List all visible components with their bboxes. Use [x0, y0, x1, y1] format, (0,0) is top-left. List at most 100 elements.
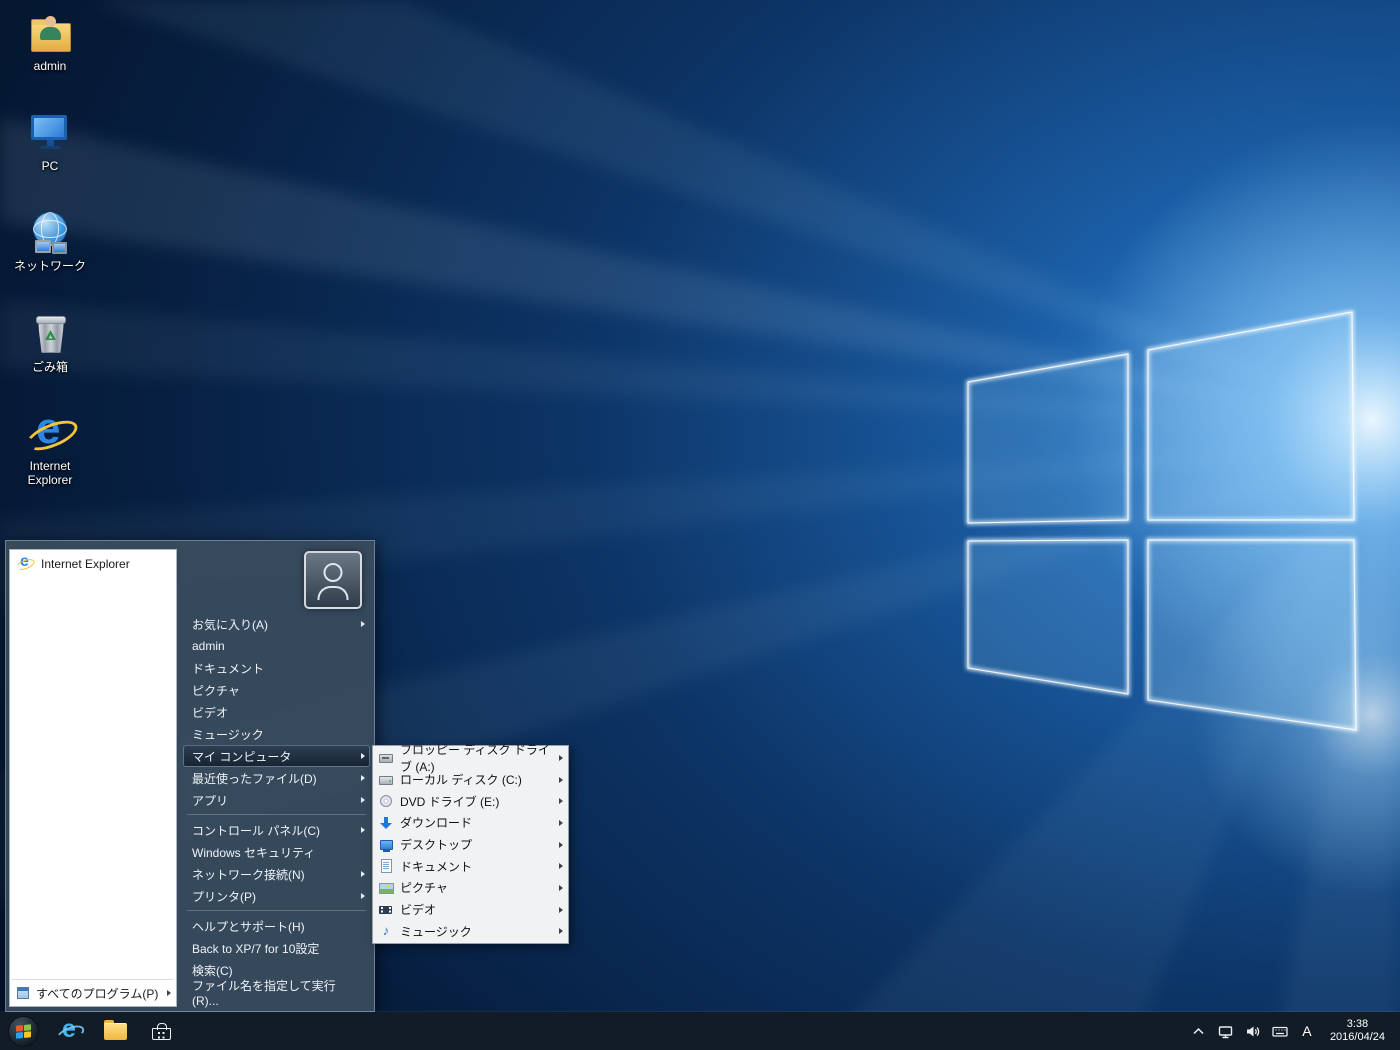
menu-item-label: DVD ドライブ (E:)	[400, 793, 499, 810]
submenu-item-videos[interactable]: ビデオ	[374, 899, 567, 921]
taskbar-store-button[interactable]	[138, 1012, 184, 1050]
submenu-arrow-icon	[361, 621, 365, 627]
menu-item-label: ピクチャ	[192, 682, 240, 699]
avatar-head-shape	[324, 563, 343, 582]
menu-item-label: ファイル名を指定して実行(R)...	[192, 977, 353, 1008]
menu-item-label: ミュージック	[192, 726, 264, 743]
menu-item-label: ドキュメント	[400, 858, 472, 875]
document-icon	[378, 858, 394, 874]
submenu-item-desktop[interactable]: デスクトップ	[374, 834, 567, 856]
start-menu-item-recent-files[interactable]: 最近使ったファイル(D)	[183, 767, 370, 789]
submenu-arrow-icon	[361, 797, 365, 803]
start-menu-item-videos[interactable]: ビデオ	[183, 701, 370, 723]
menu-item-label: ピクチャ	[400, 879, 448, 896]
start-menu-item-music[interactable]: ミュージック	[183, 723, 370, 745]
internet-explorer-icon: e	[16, 555, 34, 573]
clock[interactable]: 3:38 2016/04/24	[1321, 1012, 1394, 1050]
windows-flag-icon	[16, 1024, 31, 1039]
desktop-icon-network[interactable]: ネットワーク	[10, 210, 90, 273]
start-menu-item-back-to-xp7-settings[interactable]: Back to XP/7 for 10設定	[183, 937, 370, 959]
separator	[183, 908, 370, 914]
start-menu-item-apps[interactable]: アプリ	[183, 789, 370, 811]
picture-icon	[378, 880, 394, 896]
user-folder-icon	[27, 10, 73, 56]
tray-network-icon[interactable]	[1213, 1012, 1239, 1050]
start-menu-item-my-computer[interactable]: マイ コンピュータ	[183, 745, 370, 767]
submenu-arrow-icon	[559, 755, 563, 761]
pinned-panel-empty-area	[10, 578, 176, 979]
submenu-arrow-icon	[361, 775, 365, 781]
start-menu-item-admin[interactable]: admin	[183, 635, 370, 657]
submenu-item-documents[interactable]: ドキュメント	[374, 855, 567, 877]
floppy-drive-icon	[378, 750, 394, 766]
desktop-monitor-icon	[378, 837, 394, 853]
start-menu-item-printers[interactable]: プリンタ(P)	[183, 885, 370, 907]
start-menu-item-internet-explorer[interactable]: e Internet Explorer	[10, 550, 176, 578]
start-menu-item-pictures[interactable]: ピクチャ	[183, 679, 370, 701]
menu-item-label: プリンタ(P)	[192, 888, 256, 905]
start-menu-item-favorites[interactable]: お気に入り(A)	[183, 613, 370, 635]
menu-item-label: ネットワーク接続(N)	[192, 866, 305, 883]
internet-explorer-icon: e	[27, 410, 73, 456]
start-button[interactable]	[0, 1012, 46, 1050]
tray-volume-icon[interactable]	[1240, 1012, 1266, 1050]
music-note-icon: ♪	[378, 923, 394, 939]
ime-mode-indicator[interactable]: A	[1294, 1012, 1320, 1050]
desktop-icon-internet-explorer[interactable]: e Internet Explorer	[10, 410, 90, 487]
my-computer-submenu: フロッピー ディスク ドライブ (A:) ローカル ディスク (C:) DVD …	[372, 745, 569, 944]
submenu-item-music[interactable]: ♪ ミュージック	[374, 921, 567, 943]
menu-item-label: ダウンロード	[400, 814, 472, 831]
menu-item-label: ビデオ	[400, 901, 436, 918]
start-menu-item-control-panel[interactable]: コントロール パネル(C)	[183, 819, 370, 841]
menu-item-label: ドキュメント	[192, 660, 264, 677]
submenu-arrow-icon	[361, 827, 365, 833]
desktop-icon-label: ごみ箱	[32, 360, 68, 374]
start-menu-item-help-support[interactable]: ヘルプとサポート(H)	[183, 915, 370, 937]
submenu-arrow-icon	[559, 842, 563, 848]
menu-item-label: コントロール パネル(C)	[192, 822, 320, 839]
submenu-arrow-icon	[167, 990, 171, 996]
submenu-item-floppy-drive-a[interactable]: フロッピー ディスク ドライブ (A:)	[374, 747, 567, 769]
menu-item-label: admin	[192, 639, 225, 653]
start-menu-item-network-connections[interactable]: ネットワーク接続(N)	[183, 863, 370, 885]
menu-item-label: アプリ	[192, 792, 228, 809]
ie-icon: e	[56, 1018, 82, 1044]
user-avatar[interactable]	[304, 551, 362, 609]
all-programs-button[interactable]: すべてのプログラム(P)	[10, 980, 176, 1006]
taskbar-app-buttons: e	[0, 1012, 184, 1050]
start-menu-item-documents[interactable]: ドキュメント	[183, 657, 370, 679]
submenu-item-dvd-drive-e[interactable]: DVD ドライブ (E:)	[374, 790, 567, 812]
menu-item-label: ヘルプとサポート(H)	[192, 918, 305, 935]
separator	[183, 812, 370, 818]
taskbar-file-explorer-button[interactable]	[92, 1012, 138, 1050]
start-menu: e Internet Explorer すべてのプログラム(P) お気に入り(A…	[5, 540, 375, 1012]
submenu-item-pictures[interactable]: ピクチャ	[374, 877, 567, 899]
start-menu-item-list: お気に入り(A) admin ドキュメント ピクチャ ビデオ ミュージック	[183, 613, 370, 1003]
submenu-arrow-icon	[361, 871, 365, 877]
menu-item-label: Back to XP/7 for 10設定	[192, 940, 319, 957]
desktop-icon-admin[interactable]: admin	[10, 10, 90, 73]
menu-item-label: 最近使ったファイル(D)	[192, 770, 317, 787]
desktop-icon-label: PC	[42, 159, 59, 173]
start-menu-item-windows-security[interactable]: Windows セキュリティ	[183, 841, 370, 863]
clock-date: 2016/04/24	[1330, 1031, 1385, 1045]
computer-icon	[27, 110, 73, 156]
menu-item-label: ミュージック	[400, 923, 472, 940]
start-menu-item-run[interactable]: ファイル名を指定して実行(R)...	[183, 981, 370, 1003]
desktop-icon-recycle-bin[interactable]: ごみ箱	[10, 311, 90, 374]
taskbar-internet-explorer-button[interactable]: e	[46, 1012, 92, 1050]
menu-item-label: Windows セキュリティ	[192, 844, 315, 861]
submenu-arrow-icon	[559, 863, 563, 869]
desktop-icon-pc[interactable]: PC	[10, 110, 90, 173]
desktop-screen: admin PC ネットワーク ごみ箱 e Internet Explorer …	[0, 0, 1400, 1050]
tray-chevron-up-icon[interactable]	[1186, 1012, 1212, 1050]
submenu-item-downloads[interactable]: ダウンロード	[374, 812, 567, 834]
video-icon	[378, 902, 394, 918]
clock-time: 3:38	[1330, 1018, 1385, 1032]
taskbar: e	[0, 1012, 1400, 1050]
submenu-arrow-icon	[559, 798, 563, 804]
tray-keyboard-icon[interactable]	[1267, 1012, 1293, 1050]
submenu-arrow-icon	[559, 907, 563, 913]
submenu-item-local-disk-c[interactable]: ローカル ディスク (C:)	[374, 769, 567, 791]
avatar-body-shape	[318, 586, 349, 600]
